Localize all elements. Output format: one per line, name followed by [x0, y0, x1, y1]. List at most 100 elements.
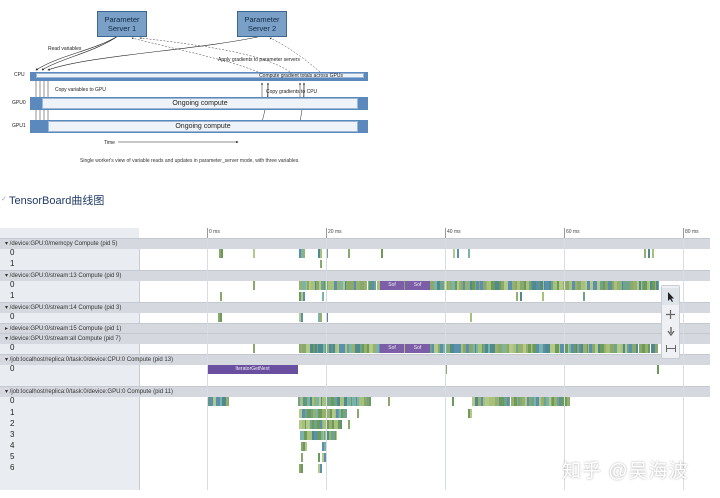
trace-event[interactable]: [520, 292, 522, 301]
trace-event[interactable]: [253, 281, 255, 290]
apply-gradients-label: Apply gradients to parameter servers: [218, 57, 300, 63]
parameter-server-1-label: Parameter Server 1: [104, 15, 140, 33]
trace-event[interactable]: [220, 313, 222, 322]
read-variables-label: Read variables: [48, 46, 82, 52]
timing-tool-icon[interactable]: [662, 340, 679, 357]
ruler-tick-label: 60 ms: [566, 229, 580, 235]
trace-event[interactable]: [470, 409, 472, 418]
process-group-label: ▾ /device:GPU:0/stream:14 Compute (pid 3…: [5, 305, 122, 311]
trace-event[interactable]: [657, 365, 659, 374]
grid-line: [445, 238, 446, 490]
gpu0-bar-inner: Ongoing compute: [42, 98, 358, 109]
trace-event[interactable]: [542, 292, 544, 301]
ruler-tick: [445, 228, 446, 238]
track-row[interactable]: [139, 408, 710, 419]
trace-event[interactable]: [348, 249, 350, 258]
track-row[interactable]: [139, 248, 710, 259]
track-label: 1: [10, 259, 15, 268]
cpu-bar-inner: Compute gradient totals across GPUs: [36, 73, 364, 79]
trace-event[interactable]: [320, 260, 322, 268]
process-group-label: ▾ /device:GPU:0/memcpy Compute (pid 5): [5, 241, 118, 247]
pan-tool-icon[interactable]: [662, 306, 679, 323]
trace-event[interactable]: [301, 453, 303, 462]
trace-event[interactable]: [388, 397, 390, 406]
trace-event[interactable]: [470, 313, 472, 322]
trace-slice[interactable]: IteratorGetNext: [207, 365, 298, 374]
track-label: 0: [10, 343, 15, 352]
gpu1-ongoing-compute-label: Ongoing compute: [175, 123, 231, 130]
track-row[interactable]: [139, 291, 710, 302]
trace-event[interactable]: [303, 292, 305, 301]
zoom-tool-icon[interactable]: [662, 323, 679, 340]
ruler-tick-label: 40 ms: [447, 229, 461, 235]
trace-event[interactable]: [320, 464, 322, 473]
trace-slice[interactable]: Sof: [380, 344, 404, 353]
track-row[interactable]: [139, 441, 710, 452]
track-row[interactable]: Sof Sof: [139, 280, 710, 291]
trace-event[interactable]: [468, 249, 470, 258]
copy-gradients-label: Copy gradients to CPU: [266, 89, 318, 95]
trace-event[interactable]: [516, 292, 518, 301]
process-group-label: ▾ /device:GPU:0/stream:all Compute (pid …: [5, 336, 121, 342]
section-chevron-icon[interactable]: ✓: [1, 195, 7, 203]
trace-event[interactable]: [220, 292, 222, 301]
trace-event[interactable]: [369, 397, 371, 406]
trace-viewer[interactable]: 0 ms 20 ms 40 ms 60 ms 80 ms ▾ /device:GPU:0…: [0, 228, 710, 490]
grid-line: [207, 238, 208, 490]
trace-event[interactable]: [320, 313, 322, 322]
parameter-server-2-box: Parameter Server 2: [237, 11, 287, 37]
trace-event[interactable]: [648, 249, 650, 258]
gpu1-bar-inner: Ongoing compute: [48, 121, 358, 132]
trace-slice[interactable]: Sof: [405, 344, 430, 353]
track-row[interactable]: IteratorGetNext: [139, 364, 710, 375]
process-group-label: ▾ /job:localhost/replica:0/task:0/device…: [5, 357, 174, 363]
trace-event[interactable]: [253, 344, 255, 353]
trace-event[interactable]: [453, 249, 455, 258]
trace-event[interactable]: [452, 397, 454, 406]
trace-event[interactable]: [322, 292, 324, 301]
parameter-server-2-label: Parameter Server 2: [244, 15, 280, 33]
trace-event[interactable]: [644, 249, 646, 258]
grid-line: [683, 238, 684, 490]
trace-slice[interactable]: Sof: [380, 281, 404, 290]
watermark: 知乎 @吴海波: [562, 461, 689, 482]
trace-event[interactable]: [381, 249, 383, 258]
trace-event[interactable]: [583, 292, 585, 301]
grid-line: [326, 238, 327, 490]
trace-event[interactable]: [343, 409, 347, 418]
trace-event[interactable]: [652, 249, 654, 258]
trace-event[interactable]: [221, 249, 223, 258]
trace-event[interactable]: [305, 442, 307, 451]
trace-event[interactable]: [301, 313, 303, 322]
ruler-tick: [564, 228, 565, 238]
track-label: 1: [10, 408, 15, 417]
track-label: 4: [10, 441, 15, 450]
trace-event[interactable]: [357, 409, 359, 418]
trace-event[interactable]: [318, 453, 320, 462]
track-row[interactable]: [139, 419, 710, 430]
trace-event[interactable]: [301, 464, 303, 473]
track-label: 2: [10, 419, 15, 428]
gpu0-label: GPU0: [12, 100, 26, 106]
trace-event[interactable]: [303, 249, 305, 258]
diagram-caption: Single worker's view of variable reads a…: [80, 158, 300, 164]
track-row[interactable]: [139, 396, 710, 407]
trace-event[interactable]: [320, 249, 322, 258]
process-group-label: ▾ /job:localhost/replica:0/task:0/device…: [5, 389, 173, 395]
track-row[interactable]: [139, 312, 710, 323]
track-row[interactable]: [139, 430, 710, 441]
trace-event[interactable]: [340, 420, 342, 429]
gpu0-ongoing-compute-label: Ongoing compute: [172, 100, 228, 107]
track-row[interactable]: Sof Sof: [139, 343, 710, 354]
trace-slice[interactable]: Sof: [405, 281, 430, 290]
ruler-tick: [683, 228, 684, 238]
track-row[interactable]: [139, 259, 710, 270]
trace-toolbar: [661, 285, 680, 359]
trace-event[interactable]: [655, 344, 658, 353]
select-tool-icon[interactable]: [662, 288, 679, 305]
trace-event[interactable]: [253, 249, 255, 258]
trace-event[interactable]: [457, 249, 459, 258]
track-label: 0: [10, 364, 15, 373]
process-group-label: ▸ /device:GPU:0/stream:15 Compute (pid 1…: [5, 326, 122, 332]
trace-event[interactable]: [348, 420, 350, 429]
